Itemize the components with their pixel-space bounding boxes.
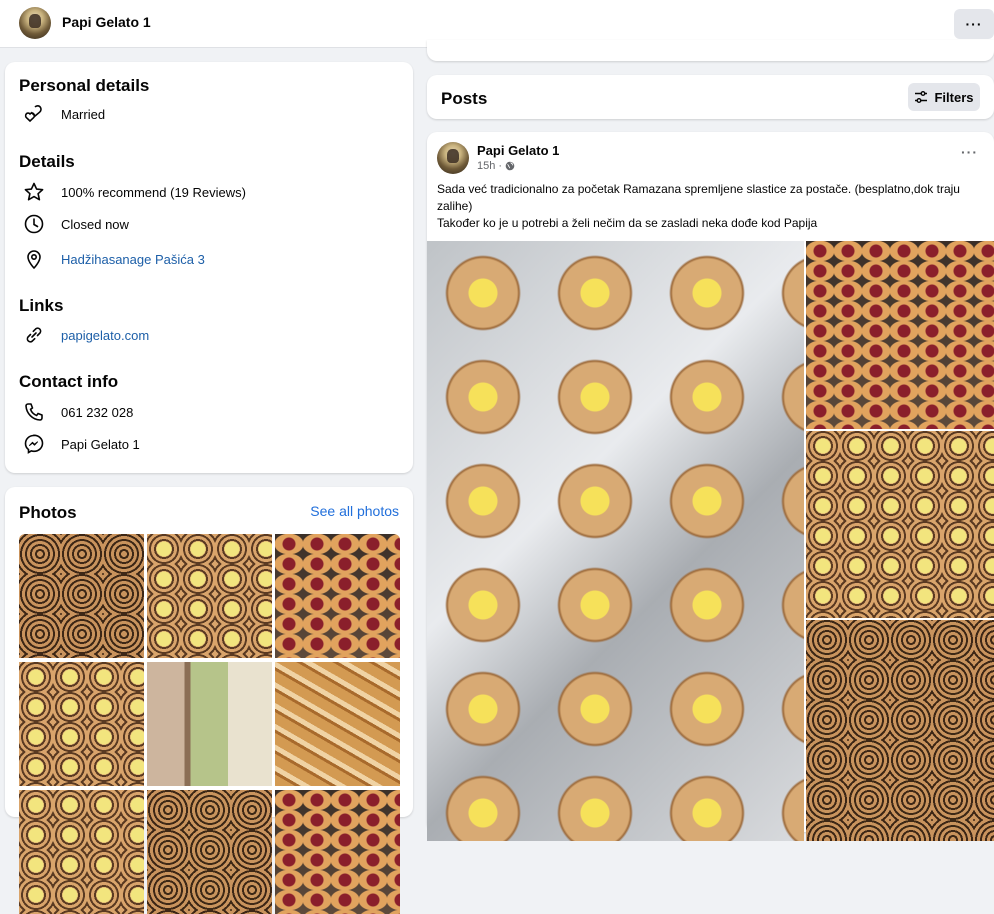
photos-heading: Photos bbox=[19, 503, 77, 522]
recommend-text: 100% recommend (19 Reviews) bbox=[61, 184, 246, 200]
post-timestamp[interactable]: 15h · bbox=[477, 160, 515, 172]
photo-thumbnail[interactable] bbox=[19, 662, 144, 786]
post-more-button[interactable]: ··· bbox=[961, 144, 978, 160]
messenger-icon bbox=[23, 433, 45, 455]
page-title[interactable]: Papi Gelato 1 bbox=[62, 14, 151, 30]
post-main-photo[interactable] bbox=[427, 241, 804, 841]
photos-card: Photos See all photos bbox=[5, 487, 413, 914]
phone-number: 061 232 028 bbox=[61, 404, 134, 420]
photo-thumbnail[interactable] bbox=[275, 534, 400, 658]
messenger-row[interactable]: Papi Gelato 1 bbox=[23, 432, 140, 456]
photo-thumbnail[interactable] bbox=[147, 534, 272, 658]
hours-text: Closed now bbox=[61, 216, 129, 232]
hearts-icon bbox=[23, 103, 45, 125]
posts-heading: Posts bbox=[441, 89, 488, 108]
phone-row[interactable]: 061 232 028 bbox=[23, 400, 133, 424]
globe-icon bbox=[505, 161, 515, 171]
filters-button[interactable]: Filters bbox=[908, 83, 980, 111]
photo-thumbnail[interactable] bbox=[147, 662, 272, 786]
filters-label: Filters bbox=[934, 89, 974, 105]
post-author-name[interactable]: Papi Gelato 1 bbox=[477, 143, 559, 158]
photo-thumbnail[interactable] bbox=[19, 534, 144, 658]
filters-icon bbox=[914, 90, 928, 104]
relationship-status: Married bbox=[61, 106, 106, 122]
star-icon bbox=[23, 181, 45, 203]
photo-thumbnail[interactable] bbox=[147, 790, 272, 914]
location-pin-icon bbox=[23, 248, 45, 270]
post-side-photo[interactable] bbox=[806, 620, 994, 841]
see-all-photos-link[interactable]: See all photos bbox=[310, 503, 399, 519]
messenger-name: Papi Gelato 1 bbox=[61, 436, 140, 452]
recommend-row[interactable]: 100% recommend (19 Reviews) bbox=[23, 180, 246, 204]
link-icon bbox=[23, 324, 45, 346]
post-time-text: 15h bbox=[477, 160, 496, 172]
page-avatar[interactable] bbox=[19, 7, 51, 39]
post-author-avatar[interactable] bbox=[437, 142, 469, 174]
contact-heading: Contact info bbox=[19, 372, 119, 391]
relationship-row: Married bbox=[23, 102, 105, 126]
photo-thumbnail[interactable] bbox=[275, 790, 400, 914]
website-row[interactable]: papigelato.com bbox=[23, 323, 149, 347]
personal-details-heading: Personal details bbox=[19, 76, 150, 95]
clock-icon bbox=[23, 213, 45, 235]
post-side-photo[interactable] bbox=[806, 431, 994, 618]
hours-row[interactable]: Closed now bbox=[23, 212, 129, 236]
photo-thumbnail[interactable] bbox=[19, 790, 144, 914]
composer-card-bottom bbox=[427, 40, 994, 61]
separator-dot: · bbox=[498, 160, 503, 172]
post-text-line: Sada već tradicionalno za početak Ramaza… bbox=[437, 182, 960, 213]
intro-card: Personal details Married Details 100% re… bbox=[5, 62, 413, 473]
address-link[interactable]: Hadžihasanage Pašića 3 bbox=[61, 252, 205, 267]
post-card: Papi Gelato 1 15h · ··· Sada već tradici… bbox=[427, 132, 994, 841]
links-heading: Links bbox=[19, 296, 64, 315]
posts-header-card: Posts Filters bbox=[427, 75, 994, 119]
post-text: Sada već tradicionalno za početak Ramaza… bbox=[437, 181, 982, 232]
address-row[interactable]: Hadžihasanage Pašića 3 bbox=[23, 247, 205, 271]
more-options-button[interactable]: ··· bbox=[954, 9, 994, 39]
photo-thumbnail[interactable] bbox=[275, 662, 400, 786]
post-text-line: Također ko je u potrebi a želi nečim da … bbox=[437, 216, 818, 230]
post-side-photo[interactable] bbox=[806, 241, 994, 429]
phone-icon bbox=[23, 401, 45, 423]
details-heading: Details bbox=[19, 152, 75, 171]
website-link[interactable]: papigelato.com bbox=[61, 328, 149, 343]
